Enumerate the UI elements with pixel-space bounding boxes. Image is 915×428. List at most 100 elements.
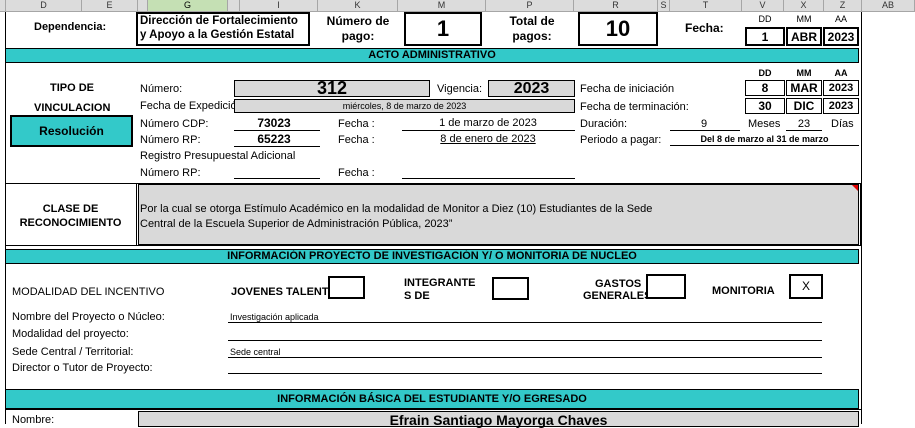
- comment-indicator-icon[interactable]: [852, 185, 858, 191]
- fin-aa-value[interactable]: 2023: [823, 98, 859, 114]
- empty-column-area: [862, 12, 915, 424]
- gastos-label-line1: GASTOS: [595, 278, 642, 290]
- periodo-dd-label: DD: [758, 68, 772, 78]
- column-header-v[interactable]: V: [742, 0, 784, 11]
- column-header-k[interactable]: K: [318, 0, 398, 11]
- vigencia-label: Vigencia:: [437, 83, 483, 95]
- periodo-aa-label: AA: [834, 68, 848, 78]
- numero-rp-underline: [234, 146, 320, 147]
- fecha-inicio-label: Fecha de iniciación: [580, 83, 675, 95]
- nombre-proyecto-underline: [228, 322, 822, 323]
- fecha-expedicion-value[interactable]: miércoles, 8 de marzo de 2023: [234, 99, 575, 113]
- fecha-rp-value[interactable]: 8 de enero de 2023: [402, 133, 574, 145]
- fecha-dd-label: DD: [758, 14, 772, 24]
- tipo-vinculacion-label-line2: VINCULACION: [34, 102, 111, 114]
- vigencia-value[interactable]: 2023: [488, 80, 575, 97]
- column-header-i[interactable]: I: [240, 0, 318, 11]
- acto-administrativo-header: ACTO ADMINISTRATIVO: [5, 48, 859, 63]
- registro-adicional-label: Registro Presupuestal Adicional: [140, 150, 296, 162]
- integrantes-label-line2: S DE: [404, 290, 430, 302]
- periodo-pagar-underline: [670, 145, 859, 146]
- column-header-m[interactable]: M: [398, 0, 486, 11]
- fecha-aa-value[interactable]: 2023: [823, 27, 859, 46]
- monitoria-label: MONITORIA: [712, 285, 775, 297]
- dependencia-value-line2: y Apoyo a la Gestión Estatal: [140, 29, 295, 41]
- estudiante-nombre-value[interactable]: Efrain Santiago Mayorga Chaves: [138, 411, 859, 428]
- fecha-fin-label: Fecha de terminación:: [580, 101, 689, 113]
- fecha-mm-value[interactable]: ABR: [786, 27, 822, 46]
- tipo-vinculacion-label-line1: TIPO DE: [49, 82, 94, 94]
- column-header-t[interactable]: T: [670, 0, 742, 11]
- fecha-label: Fecha:: [685, 21, 724, 35]
- estudiante-header: INFORMACIÓN BÁSICA DEL ESTUDIANTE Y/O EG…: [5, 389, 859, 409]
- gastos-label-line2: GENERALES: [583, 290, 652, 302]
- dias-label: Días: [831, 118, 854, 130]
- director-underline[interactable]: [228, 373, 822, 374]
- total-pagos-label-line1: Total de: [509, 14, 555, 28]
- numero-label: Número:: [140, 83, 183, 95]
- monitoria-checkbox[interactable]: X: [789, 274, 823, 299]
- clase-text-line2: Central de la Escuela Superior de Admini…: [140, 218, 453, 230]
- numero-value[interactable]: 312: [234, 79, 430, 97]
- periodo-pagar-value[interactable]: Del 8 de marzo al 31 de marzo: [670, 134, 859, 144]
- numero-pago-label-line2: pago:: [341, 29, 375, 43]
- numero-rp-label: Número RP:: [140, 134, 201, 146]
- column-header-g[interactable]: G: [148, 0, 228, 11]
- column-header-ab[interactable]: AB: [862, 0, 915, 11]
- duracion-dias-value[interactable]: 23: [786, 118, 822, 130]
- column-header-e[interactable]: E: [82, 0, 138, 11]
- fin-dd-value[interactable]: 30: [745, 98, 785, 114]
- clase-divider: [136, 183, 137, 246]
- modalidad-proyecto-underline[interactable]: [228, 340, 822, 341]
- dependencia-value-line1: Dirección de Fortalecimiento: [140, 15, 298, 27]
- duracion-meses-value[interactable]: 9: [670, 118, 738, 130]
- column-header-h[interactable]: [228, 0, 240, 11]
- clase-text-field[interactable]: Por la cual se otorga Estímulo Académico…: [138, 184, 859, 245]
- frame-right-border: [861, 12, 862, 424]
- fecha-expedicion-label: Fecha de Expedición: [140, 100, 243, 112]
- column-header-f[interactable]: [138, 0, 148, 11]
- numero-rp-value[interactable]: 65223: [234, 132, 314, 146]
- estudiante-divider: [5, 409, 861, 410]
- inicio-aa-value[interactable]: 2023: [823, 80, 859, 96]
- periodo-pagar-label: Periodo a pagar:: [580, 134, 662, 146]
- column-header-r[interactable]: R: [574, 0, 658, 11]
- total-pagos-value[interactable]: 10: [578, 12, 658, 46]
- periodo-mm-label: MM: [796, 68, 812, 78]
- fecha3-underline[interactable]: [402, 178, 575, 179]
- fecha-aa-label: AA: [834, 14, 847, 24]
- jovenes-talento-checkbox[interactable]: [328, 276, 365, 299]
- fecha-rp-label: Fecha :: [338, 134, 375, 146]
- gastos-checkbox[interactable]: [646, 274, 686, 299]
- total-pagos-label-line2: pagos:: [512, 29, 552, 43]
- inicio-dd-value[interactable]: 8: [745, 80, 785, 96]
- numero-rp2-underline[interactable]: [234, 178, 320, 179]
- sede-underline: [228, 357, 822, 358]
- nombre-proyecto-value[interactable]: Investigación aplicada: [230, 312, 319, 322]
- director-label: Director o Tutor de Proyecto:: [12, 362, 153, 374]
- clase-text-line1: Por la cual se otorga Estímulo Académico…: [140, 203, 653, 215]
- fecha-dd-value[interactable]: 1: [745, 27, 785, 46]
- proyecto-header: INFORMACIÓN PROYECTO DE INVESTIGACIÓN Y/…: [5, 249, 859, 264]
- column-header-d[interactable]: D: [6, 0, 82, 11]
- column-header-p[interactable]: P: [486, 0, 574, 11]
- dependencia-label: Dependencia:: [34, 21, 107, 33]
- column-header-s[interactable]: S: [658, 0, 670, 11]
- column-header-z[interactable]: Z: [824, 0, 862, 11]
- column-header-x[interactable]: X: [784, 0, 824, 11]
- dependencia-field[interactable]: Dirección de Fortalecimiento y Apoyo a l…: [136, 12, 310, 46]
- estudiante-nombre-label: Nombre:: [12, 414, 55, 426]
- numero-pago-label-line1: Número de: [326, 14, 390, 28]
- meses-label: Meses: [748, 118, 781, 130]
- inicio-mm-value[interactable]: MAR: [786, 80, 822, 96]
- fin-mm-value[interactable]: DIC: [786, 98, 822, 114]
- numero-cdp-value[interactable]: 73023: [234, 116, 314, 130]
- tipo-vinculacion-value[interactable]: Resolución: [10, 115, 133, 147]
- fecha-cdp-value[interactable]: 1 de marzo de 2023: [402, 117, 574, 129]
- column-header-bar: D E G I K M P R S T V X Z AB: [0, 0, 915, 12]
- integrantes-checkbox[interactable]: [492, 277, 529, 300]
- numero-pago-value[interactable]: 1: [404, 12, 482, 46]
- sede-value[interactable]: Sede central: [230, 347, 281, 357]
- duracion-meses-underline: [670, 130, 740, 131]
- fecha3-label: Fecha :: [338, 167, 375, 179]
